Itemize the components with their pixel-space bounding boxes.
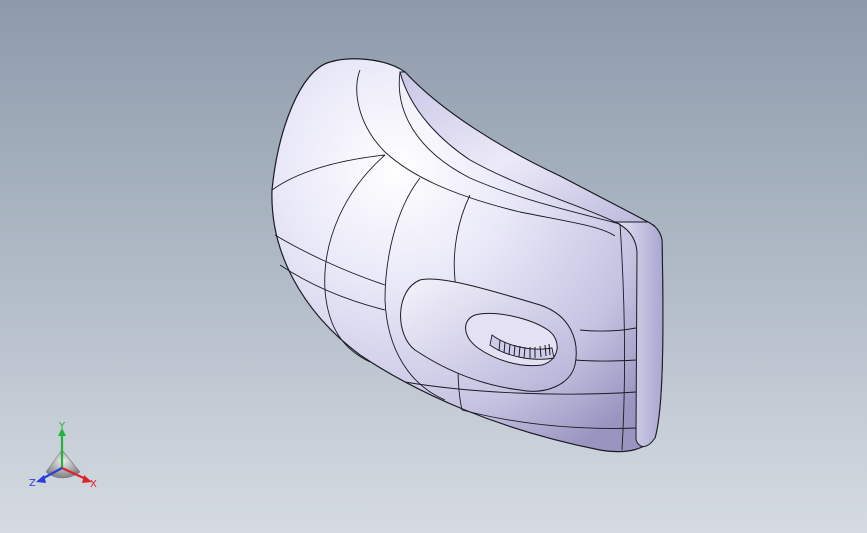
triad-z-arrow-icon [36,475,46,483]
reference-triad: Y X Z [29,421,97,490]
graphics-viewport[interactable]: Y X Z [0,0,867,533]
triad-x-label: X [90,479,97,490]
triad-y-label: Y [58,421,66,432]
triad-z-label: Z [29,478,36,489]
